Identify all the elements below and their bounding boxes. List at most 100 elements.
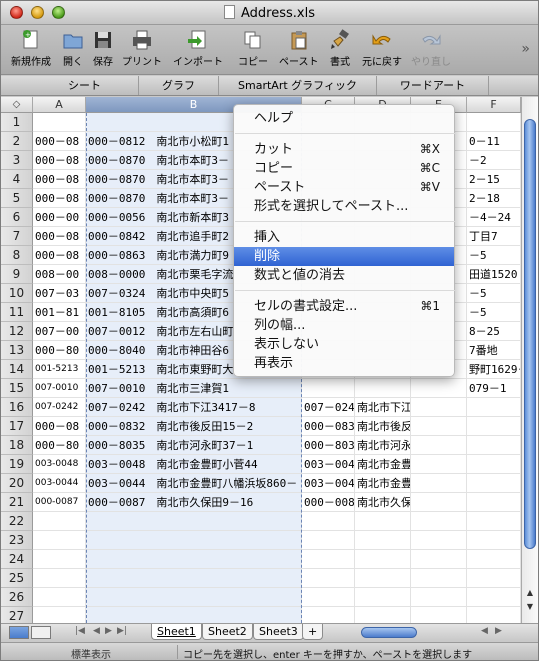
- cell-a16[interactable]: 007-0242: [33, 398, 86, 417]
- cell-f12[interactable]: 8－25: [467, 322, 521, 341]
- column-header-f[interactable]: F: [467, 97, 521, 113]
- vertical-scroll-thumb[interactable]: [524, 119, 536, 549]
- cell-f1[interactable]: [467, 113, 521, 132]
- row-header[interactable]: 11: [1, 303, 33, 322]
- cell-a20[interactable]: 003-0044: [33, 474, 86, 493]
- cell-c24[interactable]: [302, 550, 355, 569]
- cell-c17[interactable]: 000－0832: [302, 417, 355, 436]
- select-all-corner[interactable]: ◇: [1, 97, 33, 113]
- cell-f8[interactable]: －5: [467, 246, 521, 265]
- cell-b21[interactable]: 000－0087 南北市久保田9－16: [86, 493, 302, 512]
- cell-e19[interactable]: [411, 455, 467, 474]
- paste-button[interactable]: ペースト: [279, 29, 319, 68]
- cell-b23[interactable]: [86, 531, 302, 550]
- row-header[interactable]: 13: [1, 341, 33, 360]
- cell-c19[interactable]: 003－0048: [302, 455, 355, 474]
- cell-e18[interactable]: [411, 436, 467, 455]
- cell-f5[interactable]: 2－18: [467, 189, 521, 208]
- row-header[interactable]: 23: [1, 531, 33, 550]
- cell-b16[interactable]: 007－0242 南北市下江3417－8: [86, 398, 302, 417]
- menu-item[interactable]: 再表示: [234, 354, 454, 373]
- row-header[interactable]: 19: [1, 455, 33, 474]
- cell-f10[interactable]: －5: [467, 284, 521, 303]
- menu-item[interactable]: 数式と値の消去: [234, 266, 454, 285]
- row-header[interactable]: 16: [1, 398, 33, 417]
- copy-button[interactable]: コピー: [238, 29, 268, 68]
- horizontal-scroll-thumb[interactable]: [361, 627, 417, 638]
- cell-f14[interactable]: 野町1629－1: [467, 360, 521, 379]
- format-painter-button[interactable]: 書式: [328, 29, 352, 68]
- cell-f24[interactable]: [467, 550, 521, 569]
- add-sheet-button[interactable]: +: [302, 624, 324, 640]
- cell-f25[interactable]: [467, 569, 521, 588]
- tab-smartart[interactable]: SmartArt グラフィック: [219, 76, 377, 95]
- cell-e24[interactable]: [411, 550, 467, 569]
- cell-a21[interactable]: 000-0087: [33, 493, 86, 512]
- cell-a11[interactable]: 001－81: [33, 303, 86, 322]
- cell-f20[interactable]: [467, 474, 521, 493]
- cell-a1[interactable]: [33, 113, 86, 132]
- cell-a10[interactable]: 007－03: [33, 284, 86, 303]
- cell-c22[interactable]: [302, 512, 355, 531]
- cell-a22[interactable]: [33, 512, 86, 531]
- cell-a13[interactable]: 000－80: [33, 341, 86, 360]
- cell-e21[interactable]: [411, 493, 467, 512]
- column-header-a[interactable]: A: [33, 97, 86, 113]
- cell-f17[interactable]: [467, 417, 521, 436]
- menu-item[interactable]: 挿入: [234, 228, 454, 247]
- cell-a25[interactable]: [33, 569, 86, 588]
- cell-d17[interactable]: 南北市後反田15－2: [355, 417, 411, 436]
- cell-d24[interactable]: [355, 550, 411, 569]
- row-header[interactable]: 15: [1, 379, 33, 398]
- cell-d18[interactable]: 南北市河永町37－1: [355, 436, 411, 455]
- cell-d25[interactable]: [355, 569, 411, 588]
- cell-c21[interactable]: 000－0087: [302, 493, 355, 512]
- row-header[interactable]: 24: [1, 550, 33, 569]
- scroll-right-arrow-icon[interactable]: ▶: [495, 626, 502, 636]
- cell-a24[interactable]: [33, 550, 86, 569]
- row-header[interactable]: 17: [1, 417, 33, 436]
- cell-d26[interactable]: [355, 588, 411, 607]
- menu-item[interactable]: 削除: [234, 247, 454, 266]
- scroll-down-arrow-icon[interactable]: ▼: [524, 601, 536, 613]
- normal-view-button[interactable]: [9, 626, 29, 639]
- menu-item[interactable]: コピー ⌘C: [234, 159, 454, 178]
- cell-e15[interactable]: [411, 379, 467, 398]
- cell-f4[interactable]: 2－15: [467, 170, 521, 189]
- cell-a12[interactable]: 007－00: [33, 322, 86, 341]
- cell-d16[interactable]: 南北市下江3417－8: [355, 398, 411, 417]
- cell-d21[interactable]: 南北市久保田9－16: [355, 493, 411, 512]
- tab-wordart[interactable]: ワードアート: [377, 76, 489, 95]
- cell-e20[interactable]: [411, 474, 467, 493]
- open-button[interactable]: 開く: [61, 29, 85, 68]
- scroll-left-arrow-icon[interactable]: ◀: [481, 626, 488, 636]
- cell-e25[interactable]: [411, 569, 467, 588]
- cell-b20[interactable]: 003－0044 南北市金豊町八幡浜坂860－: [86, 474, 302, 493]
- cell-e26[interactable]: [411, 588, 467, 607]
- last-sheet-arrow-icon[interactable]: ▶|: [117, 626, 127, 636]
- row-header[interactable]: 1: [1, 113, 33, 132]
- cell-a15[interactable]: 007-0010: [33, 379, 86, 398]
- menu-item[interactable]: セルの書式設定... ⌘1: [234, 297, 454, 316]
- cell-a2[interactable]: 000－08: [33, 132, 86, 151]
- row-header[interactable]: 21: [1, 493, 33, 512]
- toolbar-overflow-icon[interactable]: »: [521, 41, 530, 57]
- print-button[interactable]: プリント: [122, 29, 162, 68]
- menu-item[interactable]: ペースト ⌘V: [234, 178, 454, 197]
- cell-a17[interactable]: 000－08: [33, 417, 86, 436]
- cell-e17[interactable]: [411, 417, 467, 436]
- cell-c18[interactable]: 000－8035: [302, 436, 355, 455]
- cell-f11[interactable]: －5: [467, 303, 521, 322]
- sheet-tab-2[interactable]: Sheet2: [202, 624, 253, 640]
- cell-f27[interactable]: [467, 607, 521, 623]
- row-header[interactable]: 27: [1, 607, 33, 623]
- cell-a8[interactable]: 000－08: [33, 246, 86, 265]
- save-button[interactable]: 保存: [91, 29, 115, 68]
- cell-b18[interactable]: 000－8035 南北市河永町37－1: [86, 436, 302, 455]
- next-sheet-arrow-icon[interactable]: ▶: [105, 626, 112, 636]
- cell-a7[interactable]: 000－08: [33, 227, 86, 246]
- redo-button[interactable]: やり直し: [411, 29, 451, 68]
- cell-b17[interactable]: 000－0832 南北市後反田15－2: [86, 417, 302, 436]
- cell-b19[interactable]: 003－0048 南北市金豊町小菅44: [86, 455, 302, 474]
- row-header[interactable]: 22: [1, 512, 33, 531]
